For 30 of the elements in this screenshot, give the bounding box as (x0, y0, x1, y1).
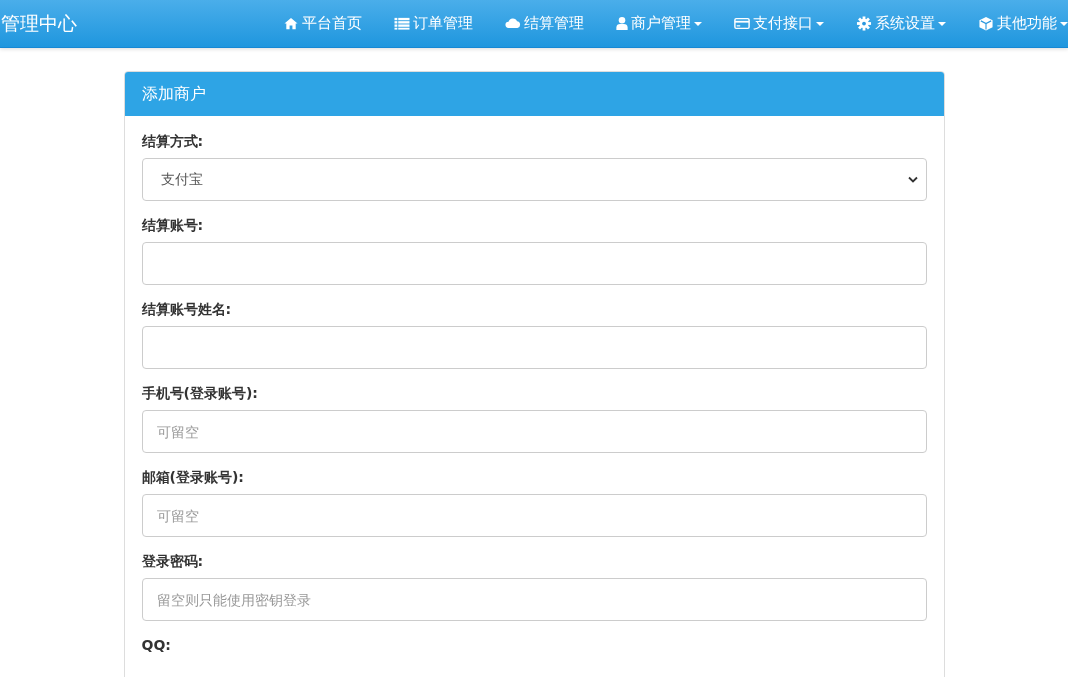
cloud-icon (505, 16, 521, 31)
card-icon (734, 16, 750, 31)
user-icon (616, 16, 628, 31)
home-icon (283, 16, 299, 31)
panel-title: 添加商户 (141, 83, 206, 105)
nav-link[interactable]: 平台首页 (267, 14, 378, 33)
nav-link[interactable]: 支付接口 (718, 14, 840, 33)
list-icon (394, 16, 410, 31)
input-field[interactable]: 留空则只能使用密钥登录 (141, 578, 927, 621)
input-field[interactable] (141, 242, 927, 285)
field-label: 结算方式: (141, 133, 204, 151)
input-field[interactable] (141, 326, 927, 369)
nav-link[interactable]: 订单管理 (378, 14, 489, 33)
brand-title[interactable]: 管理中心 (1, 10, 77, 37)
input-field[interactable]: 可留空 (141, 410, 927, 453)
input-field[interactable]: 可留空 (141, 494, 927, 537)
field-label: 手机号(登录账号): (141, 385, 258, 403)
chevron-icon (907, 176, 918, 183)
select-field[interactable]: 支付宝 (141, 158, 927, 201)
cube-icon (978, 16, 994, 31)
field-label: 邮箱(登录账号): (141, 469, 244, 487)
nav-link[interactable]: 其他功能 (962, 14, 1068, 33)
nav-link[interactable]: 系统设置 (840, 14, 962, 33)
nav-link[interactable]: 结算管理 (489, 14, 600, 33)
field-label: QQ: (141, 637, 171, 653)
field-label: 结算账号: (141, 217, 204, 235)
field-label: 登录密码: (141, 553, 204, 571)
settings-icon (856, 16, 872, 31)
field-label: 结算账号姓名: (141, 301, 232, 319)
nav-link[interactable]: 商户管理 (600, 14, 718, 33)
